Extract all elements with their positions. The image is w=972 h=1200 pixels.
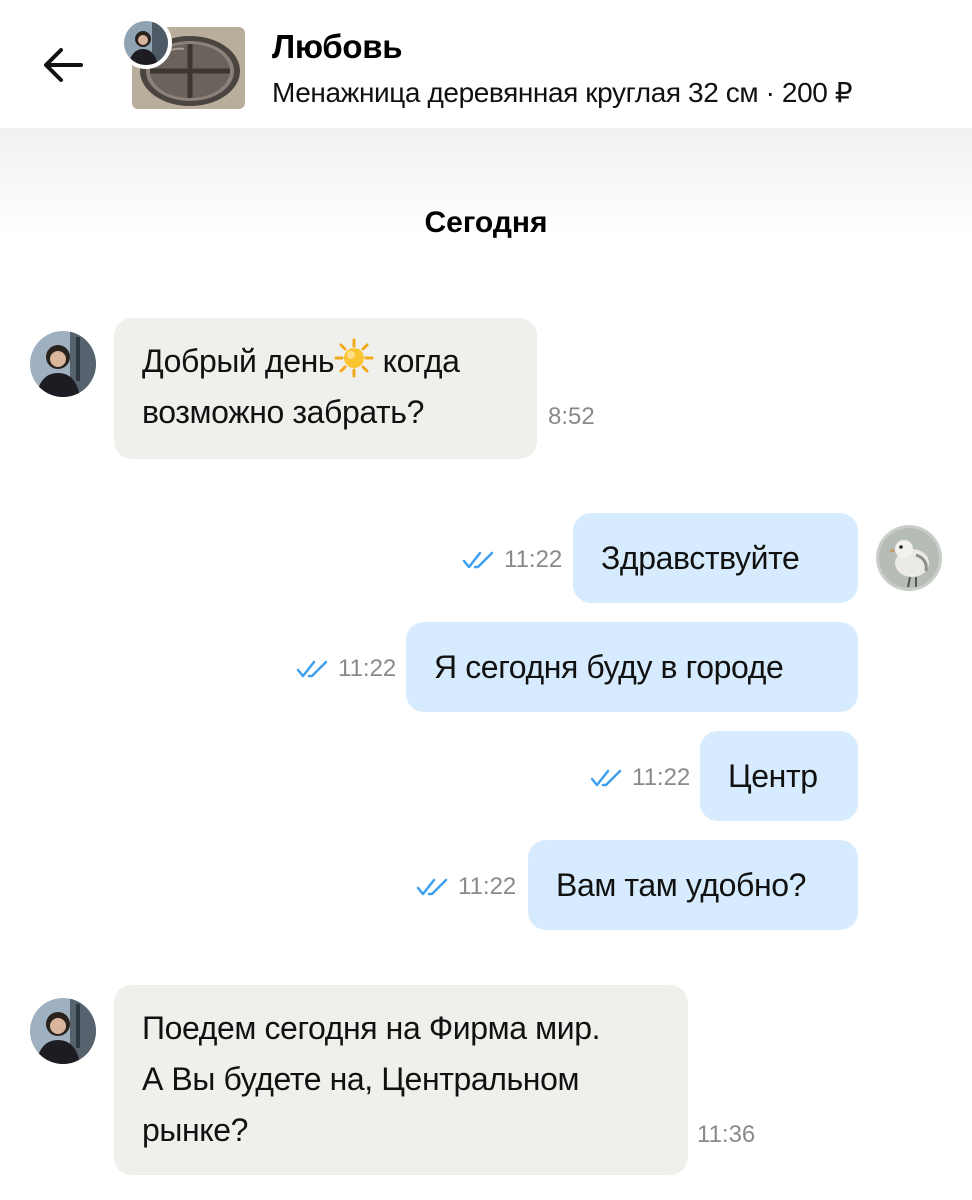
date-separator: Сегодня [424, 206, 548, 239]
message-bubble-outgoing[interactable]: Вам там удобно? [528, 840, 858, 930]
message-text: Добрый день когда [142, 336, 509, 387]
sun-emoji-icon [334, 338, 374, 378]
my-avatar[interactable] [876, 525, 942, 591]
message-text: Центр [728, 758, 818, 794]
message-text: А Вы будете на, Центральном [142, 1061, 580, 1097]
double-check-icon [462, 551, 494, 569]
double-check-icon [416, 878, 448, 896]
double-check-icon [590, 769, 622, 787]
message-time: 11:22 [504, 546, 563, 573]
sender-avatar[interactable] [30, 998, 96, 1064]
message-meta: 11:22 [462, 546, 562, 574]
message-time: 11:22 [338, 655, 397, 682]
message-bubble-outgoing[interactable]: Здравствуйте [573, 513, 858, 603]
message-text: возможно забрать? [142, 394, 424, 430]
arrow-left-icon [44, 48, 83, 82]
chat-header: Любовь Менажница деревянная круглая 32 с… [0, 0, 972, 128]
message-bubble-outgoing[interactable]: Центр [700, 731, 858, 821]
message-time: 11:22 [458, 873, 517, 900]
message-text: рынке? [142, 1112, 249, 1148]
double-check-icon [296, 660, 328, 678]
message-time: 8:52 [548, 403, 595, 430]
sender-avatar[interactable] [30, 331, 96, 397]
back-button[interactable] [38, 40, 88, 90]
message-text: Здравствуйте [601, 540, 800, 576]
message-meta: 11:22 [590, 764, 690, 792]
message-text: Поедем сегодня на Фирма мир. [142, 1010, 601, 1046]
message-meta: 11:22 [296, 655, 396, 683]
message-time: 11:36 [697, 1121, 756, 1148]
message-text: Вам там удобно? [556, 867, 807, 903]
message-time: 11:22 [632, 764, 691, 791]
message-text: Я сегодня буду в городе [434, 649, 784, 685]
message-bubble-incoming[interactable]: Добрый день когда возможно забрать? [114, 318, 537, 459]
listing-title-price[interactable]: Менажница деревянная круглая 32 см · 200… [272, 76, 853, 109]
seller-avatar[interactable] [120, 17, 172, 69]
message-bubble-outgoing[interactable]: Я сегодня буду в городе [406, 622, 858, 712]
contact-name[interactable]: Любовь [272, 28, 403, 66]
message-meta: 11:22 [416, 873, 516, 901]
message-bubble-incoming[interactable]: Поедем сегодня на Фирма мир. А Вы будете… [114, 985, 688, 1175]
